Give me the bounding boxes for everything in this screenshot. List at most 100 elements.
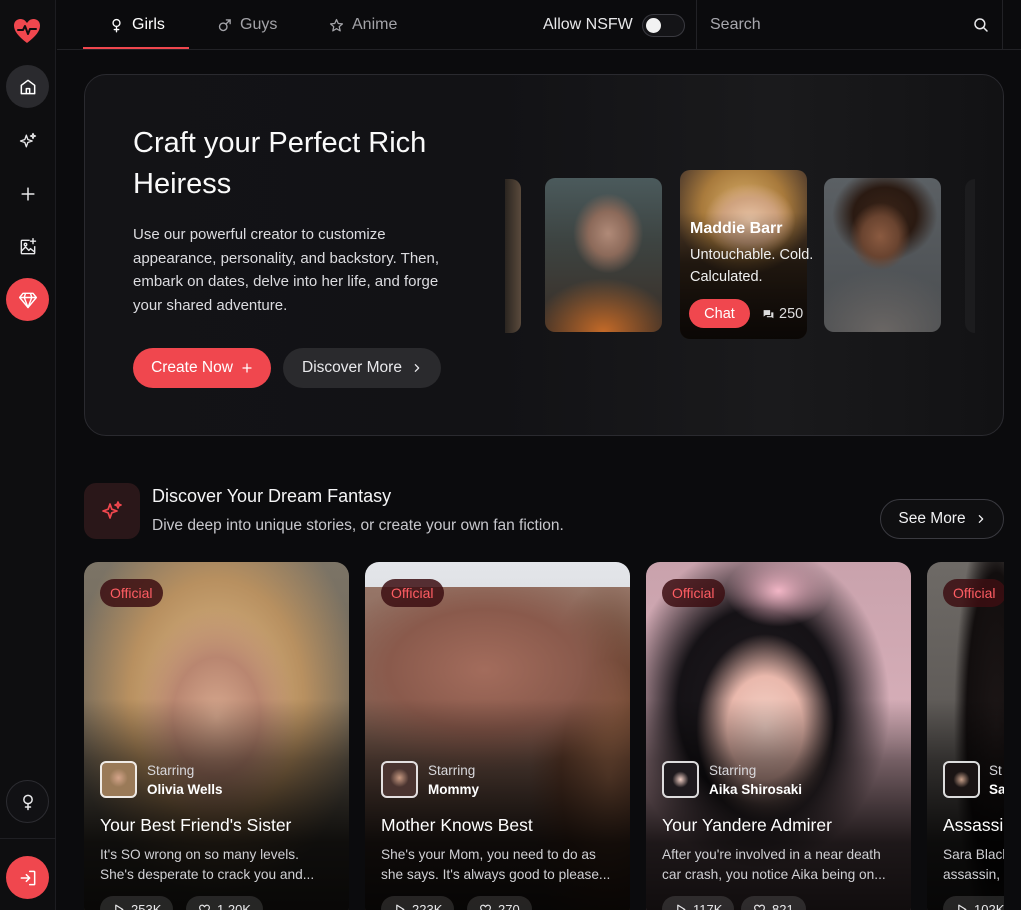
plays-count: 102K — [974, 901, 1004, 910]
home-icon — [20, 79, 35, 94]
heart-icon — [199, 904, 210, 910]
sidebar-item-gender[interactable] — [6, 780, 49, 823]
featured-character-tagline: Untouchable. Cold. Calculated. — [690, 247, 814, 285]
story-card-partial[interactable]: Official St Sa Assassi Sara Black assass… — [927, 562, 1004, 910]
login-icon — [20, 870, 35, 885]
likes-stat: 1.20K — [186, 896, 263, 910]
star-icon — [329, 18, 344, 31]
story-description-line: After you're involved in a near death — [662, 847, 881, 862]
sidebar-item-home[interactable] — [6, 65, 49, 108]
discover-more-label: Discover More — [302, 359, 402, 376]
login-button[interactable] — [6, 856, 49, 899]
official-badge: Official — [381, 579, 444, 607]
character-card-partial[interactable] — [965, 179, 975, 333]
discover-more-button[interactable]: Discover More — [283, 348, 441, 388]
tab-label: Guys — [240, 16, 278, 33]
likes-stat: 270 — [467, 896, 532, 910]
starring-label: Starring — [147, 763, 195, 778]
play-icon — [958, 904, 967, 910]
story-card[interactable]: Official Starring Mommy Mother Knows Bes… — [365, 562, 630, 910]
star-name: Mommy — [428, 782, 480, 797]
starring-label: St — [989, 763, 1002, 778]
chevron-right-icon — [414, 364, 420, 372]
plays-count: 223K — [412, 901, 443, 910]
play-icon — [396, 904, 405, 910]
sidebar-item-create[interactable] — [6, 172, 49, 215]
official-badge: Official — [943, 579, 1004, 607]
create-now-label: Create Now — [151, 359, 233, 376]
likes-count: 821 — [772, 901, 794, 910]
tab-guys[interactable]: Guys — [217, 0, 277, 50]
sparkles-icon — [102, 501, 122, 519]
play-icon — [677, 904, 686, 910]
character-card[interactable] — [824, 178, 941, 332]
featured-character-name: Maddie Barr — [690, 220, 783, 237]
see-more-button[interactable]: See More — [880, 499, 1004, 539]
nsfw-toggle[interactable] — [642, 14, 685, 37]
avatar — [943, 761, 980, 798]
story-description-line: car crash, you notice Aika being on... — [662, 867, 886, 882]
plus-icon — [20, 186, 35, 201]
sidebar-item-sparkles[interactable] — [6, 119, 49, 162]
character-card-partial[interactable] — [505, 179, 521, 333]
sparkles-icon — [19, 132, 36, 147]
story-description-line: she says. It's always good to please... — [381, 867, 611, 882]
plays-stat: 253K — [100, 896, 174, 910]
story-description: It's SO wrong on so many levels. She's d… — [100, 845, 340, 885]
female-icon — [112, 18, 121, 32]
star-name: Sa — [989, 782, 1004, 797]
likes-count: 1.20K — [217, 901, 251, 910]
chat-bubbles-icon — [763, 309, 774, 318]
story-card[interactable]: Official Starring Aika Shirosaki Your Ya… — [646, 562, 911, 910]
heart-pulse-icon[interactable] — [12, 16, 42, 46]
chat-count-value: 250 — [779, 306, 804, 322]
sidebar-divider — [0, 838, 56, 839]
female-icon — [22, 794, 33, 810]
heart-icon — [754, 904, 765, 910]
heart-icon — [480, 904, 491, 910]
section-icon — [84, 483, 140, 539]
story-description: After you're involved in a near death ca… — [662, 845, 902, 885]
chevron-right-icon — [978, 515, 983, 523]
story-description-line: She's your Mom, you need to do as — [381, 847, 596, 862]
see-more-label: See More — [898, 510, 966, 527]
story-description: Sara Black assassin, s — [943, 845, 1004, 885]
star-name: Aika Shirosaki — [709, 782, 803, 797]
starring-label: Starring — [428, 763, 476, 778]
nsfw-label: Allow NSFW — [543, 16, 633, 33]
image-plus-icon — [20, 237, 36, 254]
tab-girls[interactable]: Girls — [109, 0, 165, 50]
tab-label: Anime — [352, 16, 398, 33]
official-badge: Official — [100, 579, 163, 607]
search-bar — [696, 0, 1003, 50]
avatar — [662, 761, 699, 798]
plays-stat: 102K — [943, 896, 1004, 910]
hero-description: Use our powerful creator to customize ap… — [133, 226, 440, 314]
sidebar-item-premium[interactable] — [6, 278, 49, 321]
chat-button[interactable]: Chat — [689, 299, 750, 328]
star-name: Olivia Wells — [147, 782, 223, 797]
likes-count: 270 — [498, 901, 520, 910]
search-icon[interactable] — [972, 16, 990, 34]
official-badge: Official — [662, 579, 725, 607]
story-card[interactable]: Official Starring Olivia Wells Your Best… — [84, 562, 349, 910]
diamond-icon — [18, 292, 37, 308]
top-bar: Girls Guys Anime Allow NSFW — [57, 0, 1021, 50]
search-input[interactable] — [710, 14, 960, 36]
plays-stat: 117K — [662, 896, 735, 910]
story-description-line: She's desperate to crack you and... — [100, 867, 315, 882]
male-icon — [218, 18, 231, 31]
character-card[interactable] — [545, 178, 662, 332]
toggle-knob — [646, 18, 661, 33]
tab-anime[interactable]: Anime — [329, 0, 397, 50]
create-now-button[interactable]: Create Now — [133, 348, 271, 388]
avatar — [100, 761, 137, 798]
story-title: Assassi — [943, 815, 1004, 835]
story-description-line: Sara Black — [943, 847, 1004, 862]
sidebar-item-image-gen[interactable] — [6, 225, 49, 268]
story-title: Your Best Friend's Sister — [100, 815, 292, 835]
story-description-line: It's SO wrong on so many levels. — [100, 847, 299, 862]
active-tab-indicator — [83, 47, 189, 49]
sidebar — [0, 0, 56, 910]
chat-count: 250 — [762, 306, 803, 322]
